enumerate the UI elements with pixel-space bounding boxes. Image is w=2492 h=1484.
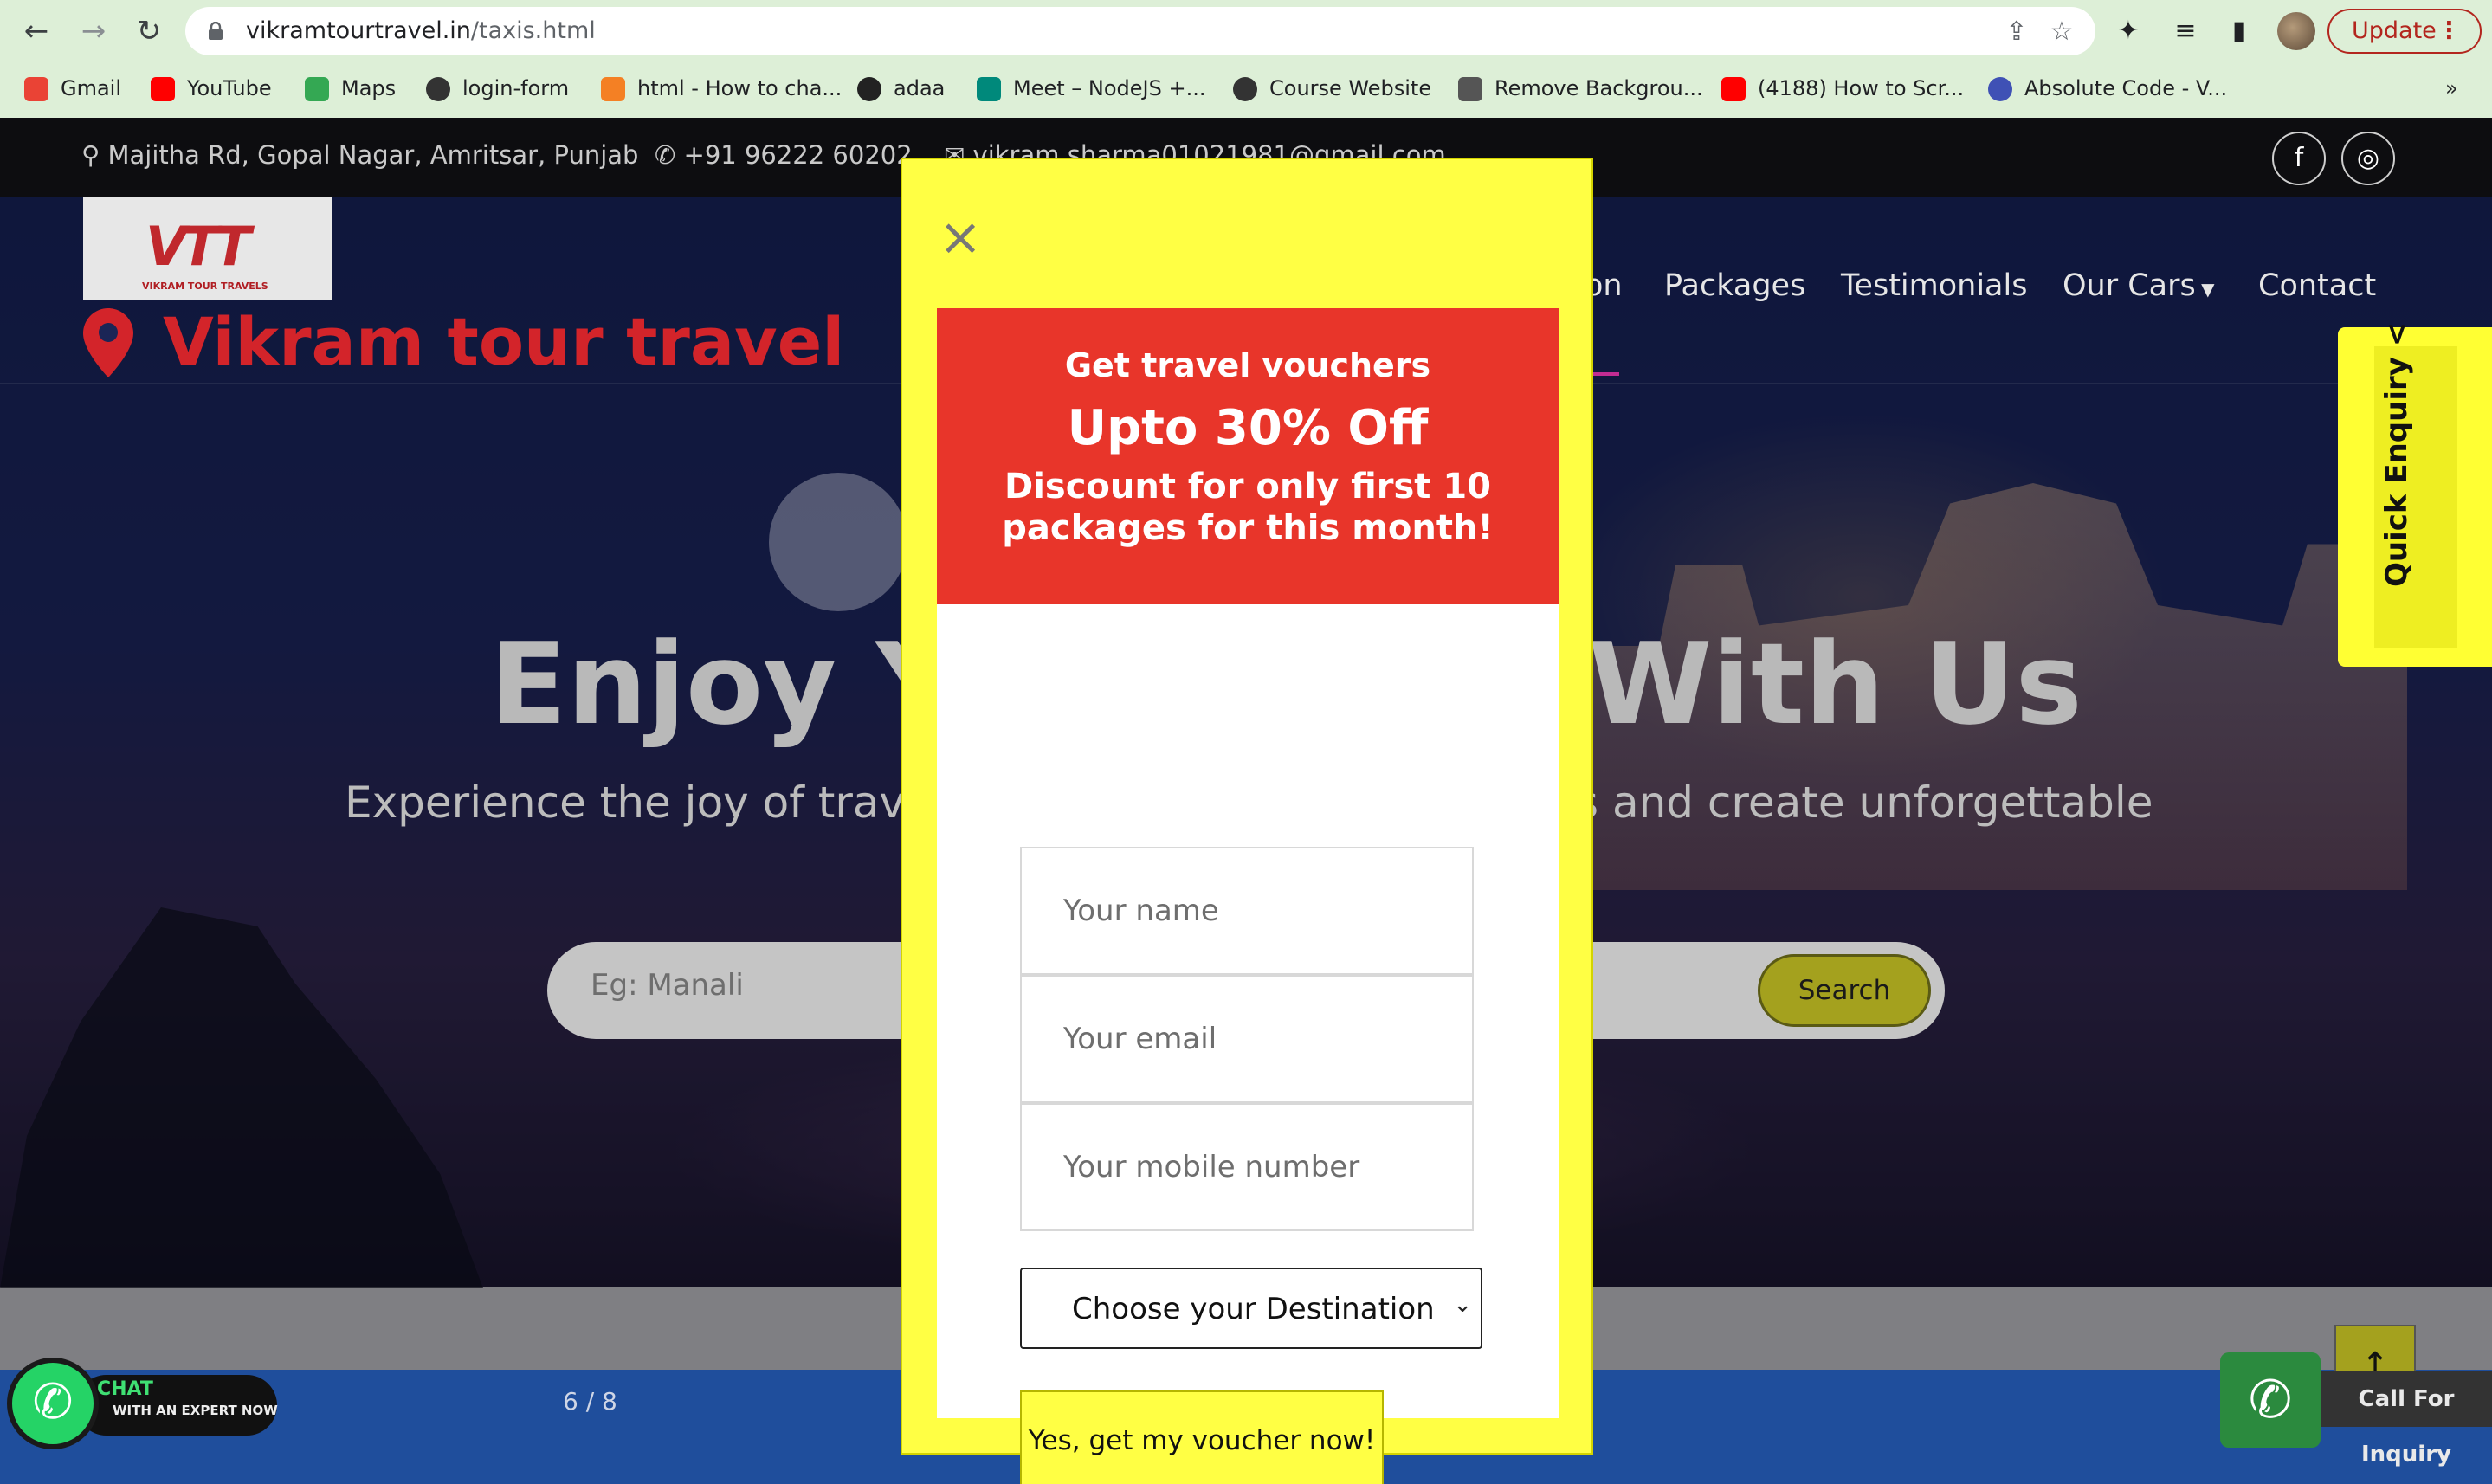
name-field[interactable]: Your name [1020, 847, 1474, 975]
menu-dots-icon: ⋮ [2437, 17, 2461, 44]
absolute-code-icon [1988, 77, 2012, 101]
nav-contact[interactable]: Contact [2258, 268, 2376, 303]
instagram-icon[interactable]: ◎ [2341, 132, 2395, 185]
update-button[interactable]: Update ⋮ [2327, 9, 2482, 54]
promo-banner: Get travel vouchers Upto 30% Off Discoun… [937, 308, 1559, 604]
quick-enquiry-tab[interactable]: Quick Enquiry < [2338, 322, 2492, 667]
nav-testimonials[interactable]: Testimonials [1841, 268, 2027, 303]
voucher-card: Get travel vouchers Upto 30% Off Discoun… [937, 308, 1559, 1484]
bookmark-login-form[interactable]: login-form [426, 73, 569, 104]
destination-select[interactable]: Choose your Destination ⌄ [1020, 1268, 1482, 1349]
youtube-icon [151, 77, 175, 101]
bookmark-course-website[interactable]: Course Website [1233, 73, 1431, 104]
nav-packages[interactable]: Packages [1664, 268, 1805, 303]
slide-pager: 6 / 8 [563, 1387, 617, 1416]
mobile-field[interactable]: Your mobile number [1020, 1103, 1474, 1231]
bookmark-youtube[interactable]: YouTube [151, 73, 272, 104]
facebook-icon[interactable]: f [2272, 132, 2326, 185]
bookmark-youtube-video[interactable]: (4188) How to Scr... [1721, 73, 1964, 104]
brand-name: Vikram tour travel [163, 303, 845, 380]
extensions-icon[interactable]: ✦ [2113, 16, 2144, 47]
lock-icon [209, 22, 223, 40]
stackoverflow-icon [601, 77, 625, 101]
hero-subtitle-left: Experience the joy of trave [345, 777, 932, 828]
close-icon[interactable]: × [939, 211, 982, 263]
promo-detail: Discount for only first 10 packages for t… [1002, 467, 1494, 548]
chat-label: CHAT [97, 1378, 153, 1400]
email-field[interactable]: Your email [1020, 975, 1474, 1103]
forward-arrow-icon[interactable]: → [73, 10, 114, 52]
map-pin-icon [83, 308, 133, 377]
moon-decoration [769, 473, 907, 611]
bookmark-adaa[interactable]: adaa [857, 73, 945, 104]
site-logo[interactable]: VTT VIKRAM TOUR TRAVELS [83, 197, 332, 300]
quick-enquiry-label: Quick Enquiry < [2379, 321, 2414, 587]
hero-subtitle-right: s and create unforgettable [1576, 777, 2153, 828]
share-icon[interactable]: ⇪ [2004, 19, 2030, 45]
caret-down-icon: ▼ [2195, 279, 2215, 300]
adaa-icon [857, 77, 881, 101]
address-item: ⚲ Majitha Rd, Gopal Nagar, Amritsar, Pun… [81, 140, 639, 170]
bookmark-gmail[interactable]: Gmail [24, 73, 121, 104]
globe-icon [426, 77, 450, 101]
profile-avatar[interactable] [2277, 12, 2315, 50]
search-button[interactable]: Search [1758, 954, 1931, 1027]
chevron-down-icon: ⌄ [1453, 1292, 1472, 1318]
nav-our-cars[interactable]: Our Cars ▼ [2063, 268, 2215, 303]
bookmark-meet[interactable]: Meet – NodeJS +... [977, 73, 1205, 104]
search-input[interactable]: Eg: Manali [591, 968, 744, 1003]
chevron-icon: < [2379, 321, 2414, 347]
maps-icon [305, 77, 329, 101]
bookmark-remove-background[interactable]: Remove Backgrou... [1458, 73, 1703, 104]
promo-discount: Upto 30% Off [1067, 400, 1429, 456]
person-silhouette [0, 907, 483, 1288]
reading-list-icon[interactable]: ≡ [2170, 16, 2201, 47]
call-for-inquiry-button[interactable]: ✆ Call For Inquiry [2220, 1352, 2492, 1468]
location-pin-icon: ⚲ [81, 140, 108, 170]
globe-icon [1233, 77, 1257, 101]
removebg-icon [1458, 77, 1482, 101]
whatsapp-icon: ✆ [7, 1358, 99, 1449]
url-text: vikramtourtravel.in/taxis.html [246, 17, 596, 44]
more-bookmarks-button[interactable]: » [2445, 73, 2458, 104]
phone-icon: ✆ [2220, 1352, 2321, 1448]
address-bar[interactable]: vikramtourtravel.in/taxis.html ⇪ ☆ [185, 7, 2095, 55]
youtube-icon [1721, 77, 1746, 101]
star-icon[interactable]: ☆ [2049, 19, 2075, 45]
bookmark-maps[interactable]: Maps [305, 73, 396, 104]
chat-sublabel: WITH AN EXPERT NOW [113, 1403, 278, 1418]
reload-icon[interactable]: ↻ [128, 10, 170, 52]
gmail-icon [24, 77, 48, 101]
back-arrow-icon[interactable]: ← [16, 10, 57, 52]
promo-heading: Get travel vouchers [1064, 346, 1431, 384]
get-voucher-button[interactable]: Yes, get my voucher now! [1020, 1390, 1384, 1484]
voucher-modal: × Get travel vouchers Upto 30% Off Disco… [901, 158, 1593, 1484]
call-label: Call For Inquiry [2321, 1371, 2492, 1468]
whatsapp-chat-widget[interactable]: ✆ CHAT WITH AN EXPERT NOW [7, 1358, 278, 1449]
phone-icon: ✆ [655, 140, 684, 170]
meet-icon [977, 77, 1001, 101]
hero-title-right: With Us [1588, 618, 2082, 750]
bookmark-absolute-code[interactable]: Absolute Code - V... [1988, 73, 2227, 104]
browser-toolbar: ← → ↻ vikramtourtravel.in/taxis.html ⇪ ☆… [0, 0, 2492, 62]
side-panel-icon[interactable]: ▮ [2224, 16, 2255, 47]
bookmark-stackoverflow[interactable]: html - How to cha... [601, 73, 842, 104]
bookmarks-bar: Gmail YouTube Maps login-form html - How… [0, 69, 2492, 109]
phone-item[interactable]: ✆ +91 96222 60202 [655, 140, 913, 170]
browser-chrome: ← → ↻ vikramtourtravel.in/taxis.html ⇪ ☆… [0, 0, 2492, 118]
